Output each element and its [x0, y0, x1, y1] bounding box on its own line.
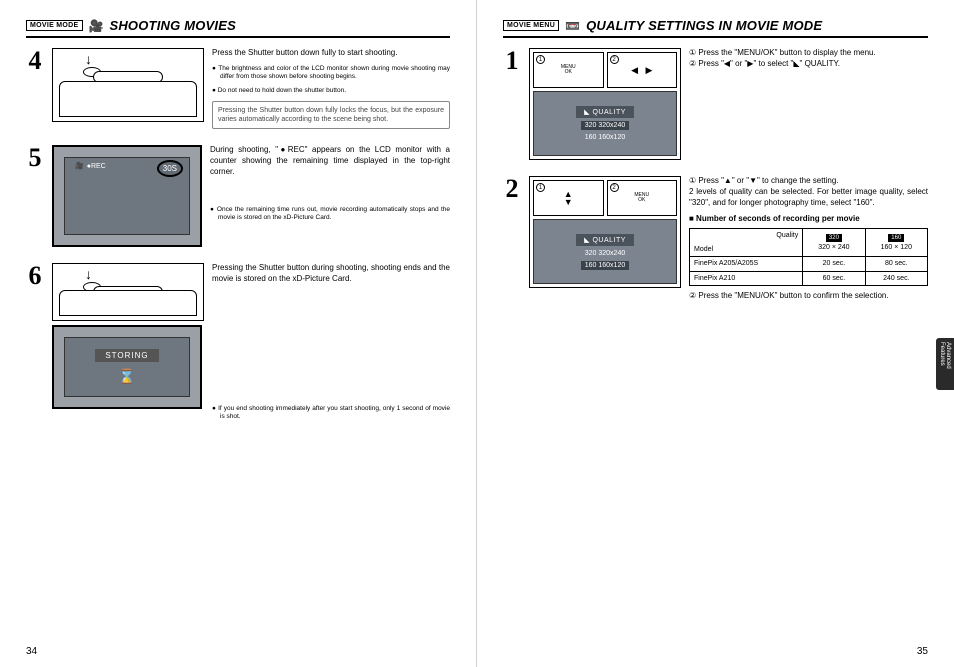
quality-option: 320 320x240 [581, 249, 629, 258]
figure-menu-1: 1 MENU OK 2 ◀ ▶ ◣ QUALITY 320 320x240 16… [529, 48, 681, 160]
section-title: SHOOTING MOVIES [109, 18, 236, 33]
step-number: 6 [26, 263, 44, 421]
cell-value: 20 sec. [803, 257, 865, 271]
page-right: MOVIE MENU 📼 QUALITY SETTINGS IN MOVIE M… [477, 0, 954, 667]
mode-tag: MOVIE MODE [26, 20, 83, 31]
table-caption: ■ Number of seconds of recording per mov… [689, 214, 928, 225]
table-header-row: Quality 320 320 × 240 160 160 × 120 [690, 229, 928, 243]
step-1: 1 1 MENU OK 2 ◀ ▶ ◣ QUALITY 320 320x240 … [503, 48, 928, 160]
cell-value: 240 sec. [865, 271, 927, 285]
arrow-down-icon: ↓ [85, 51, 92, 67]
arrow-down-icon: ↓ [85, 266, 92, 282]
figure-lcd-storing: STORING ⌛ [52, 325, 202, 409]
instruction-line: ② Press the "MENU/OK" button to confirm … [689, 291, 928, 302]
hourglass-icon: ⌛ [118, 368, 135, 385]
step-number: 4 [26, 48, 44, 129]
note: ● Once the remaining time runs out, movi… [210, 206, 450, 222]
step-number: 2 [503, 176, 521, 302]
step-text: Press the Shutter button down fully to s… [212, 48, 450, 129]
step-description: Pressing the Shutter button during shoot… [212, 263, 450, 285]
nav-updown-diagram: 1 ▲▼ [533, 180, 604, 216]
instruction-line: 2 levels of quality can be selected. For… [689, 187, 928, 209]
note: ● If you end shooting immediately after … [212, 405, 450, 421]
rec-time-counter: 30S [157, 160, 183, 177]
instruction-line: ① Press the "MENU/OK" button to display … [689, 48, 928, 59]
instruction-line: ① Press "▲" or "▼" to change the setting… [689, 176, 928, 187]
mode-tag: MOVIE MENU [503, 20, 559, 31]
step-description: During shooting, "●REC" appears on the L… [210, 145, 450, 177]
step-text: ① Press the "MENU/OK" button to display … [689, 48, 928, 160]
quality-option: 160 160x120 [581, 133, 629, 142]
cell-model: FinePix A210 [690, 271, 803, 285]
cell-value: 60 sec. [803, 271, 865, 285]
movie-icon: 🎥 [89, 19, 104, 33]
figure-lcd-rec: 🎥 ●REC 30S [52, 145, 202, 247]
step-text: Pressing the Shutter button during shoot… [212, 263, 450, 421]
th-col1: 320 320 × 240 [803, 229, 865, 257]
quality-icon: 📼 [565, 19, 580, 33]
figure-camera-press: ↓ [52, 263, 204, 321]
menu-ok-button-diagram: 1 MENU OK [533, 52, 604, 88]
table-row: FinePix A210 60 sec. 240 sec. [690, 271, 928, 285]
page-left: MOVIE MODE 🎥 SHOOTING MOVIES 4 ↓ Press t… [0, 0, 477, 667]
step-2: 2 1 ▲▼ 2 MENU OK ◣ QUALITY 320 320x240 1… [503, 176, 928, 302]
note: ● The brightness and color of the LCD mo… [212, 65, 450, 81]
figure-camera-press: ↓ [52, 48, 204, 122]
th-col2: 160 160 × 120 [865, 229, 927, 257]
cell-value: 80 sec. [865, 257, 927, 271]
cell-model: FinePix A205/A205S [690, 257, 803, 271]
step-4: 4 ↓ Press the Shutter button down fully … [26, 48, 450, 129]
section-title: QUALITY SETTINGS IN MOVIE MODE [586, 18, 822, 33]
quality-option-selected: 320 320x240 [581, 121, 629, 130]
step-5: 5 🎥 ●REC 30S During shooting, "●REC" app… [26, 145, 450, 247]
nav-arrows-diagram: 2 ◀ ▶ [607, 52, 678, 88]
callout-box: Pressing the Shutter button down fully l… [212, 101, 450, 129]
quality-option-selected: 160 160x120 [581, 261, 629, 270]
page-number: 35 [917, 646, 928, 657]
note: ● Do not need to hold down the shutter b… [212, 87, 450, 95]
rec-indicator: 🎥 ●REC [75, 162, 106, 170]
step-text: During shooting, "●REC" appears on the L… [210, 145, 450, 247]
menu-ok-button-diagram: 2 MENU OK [607, 180, 678, 216]
page-number: 34 [26, 646, 37, 657]
section-header-left: MOVIE MODE 🎥 SHOOTING MOVIES [26, 18, 450, 38]
lcd-quality-menu: ◣ QUALITY 320 320x240 160 160x120 [533, 219, 677, 284]
storing-label: STORING [95, 349, 158, 362]
section-header-right: MOVIE MENU 📼 QUALITY SETTINGS IN MOVIE M… [503, 18, 928, 38]
step-text: ① Press "▲" or "▼" to change the setting… [689, 176, 928, 302]
step-description: Press the Shutter button down fully to s… [212, 48, 450, 59]
th-quality: Quality [690, 229, 803, 243]
step-number: 1 [503, 48, 521, 160]
table-row: FinePix A205/A205S 20 sec. 80 sec. [690, 257, 928, 271]
side-tab: Advanced Features [936, 338, 954, 390]
lcd-quality-menu: ◣ QUALITY 320 320x240 160 160x120 [533, 91, 677, 156]
step-number: 5 [26, 145, 44, 247]
quality-header: ◣ QUALITY [576, 234, 634, 246]
page-spread: MOVIE MODE 🎥 SHOOTING MOVIES 4 ↓ Press t… [0, 0, 954, 667]
recording-time-table: Quality 320 320 × 240 160 160 × 120 Mode… [689, 228, 928, 286]
quality-header: ◣ QUALITY [576, 106, 634, 118]
th-model: Model [690, 243, 803, 257]
figure-menu-2: 1 ▲▼ 2 MENU OK ◣ QUALITY 320 320x240 160… [529, 176, 681, 288]
step-6: 6 ↓ STORING ⌛ Pr [26, 263, 450, 421]
instruction-line: ② Press "◀" or "▶" to select "◣" QUALITY… [689, 59, 928, 70]
